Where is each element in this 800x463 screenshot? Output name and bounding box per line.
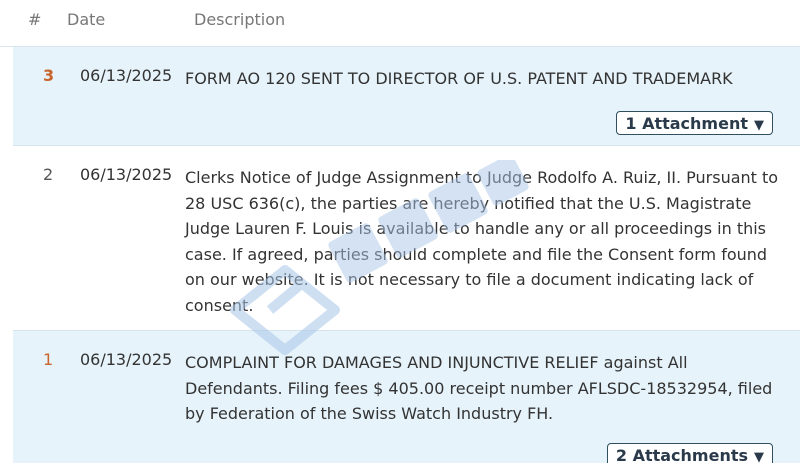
- header-date: Date: [67, 10, 106, 29]
- entry-number: 2: [43, 165, 54, 184]
- entry-number: 3: [43, 66, 55, 85]
- docket-entry-1: 1 06/13/2025 COMPLAINT FOR DAMAGES AND I…: [13, 331, 800, 463]
- caret-down-icon: ▼: [754, 118, 764, 133]
- docket-entry-3: 3 06/13/2025 FORM AO 120 SENT TO DIRECTO…: [13, 47, 800, 146]
- header-number: #: [28, 10, 42, 29]
- entry-date: 06/13/2025: [80, 165, 173, 184]
- entry-description: FORM AO 120 SENT TO DIRECTOR OF U.S. PAT…: [185, 69, 733, 88]
- entry-date: 06/13/2025: [80, 350, 173, 369]
- attachments-dropdown-button[interactable]: 1 Attachment ▼: [616, 111, 773, 135]
- attachments-dropdown-button[interactable]: 2 Attachments ▼: [606, 443, 773, 463]
- docket-entry-2: 2 06/13/2025 Clerks Notice of Judge Assi…: [13, 146, 800, 331]
- entry-description: Clerks Notice of Judge Assignment to Jud…: [185, 168, 779, 315]
- attachments-label: 1 Attachment: [625, 114, 748, 133]
- table-header: # Date Description: [0, 0, 800, 47]
- entry-number: 1: [43, 350, 54, 369]
- docket-table: # Date Description 3 06/13/2025 FORM AO …: [0, 0, 800, 463]
- caret-down-icon: ▼: [754, 450, 764, 463]
- entry-date: 06/13/2025: [80, 66, 173, 85]
- attachments-label: 2 Attachments: [615, 446, 748, 463]
- header-description: Description: [194, 10, 286, 29]
- entry-description: COMPLAINT FOR DAMAGES AND INJUNCTIVE REL…: [185, 353, 773, 423]
